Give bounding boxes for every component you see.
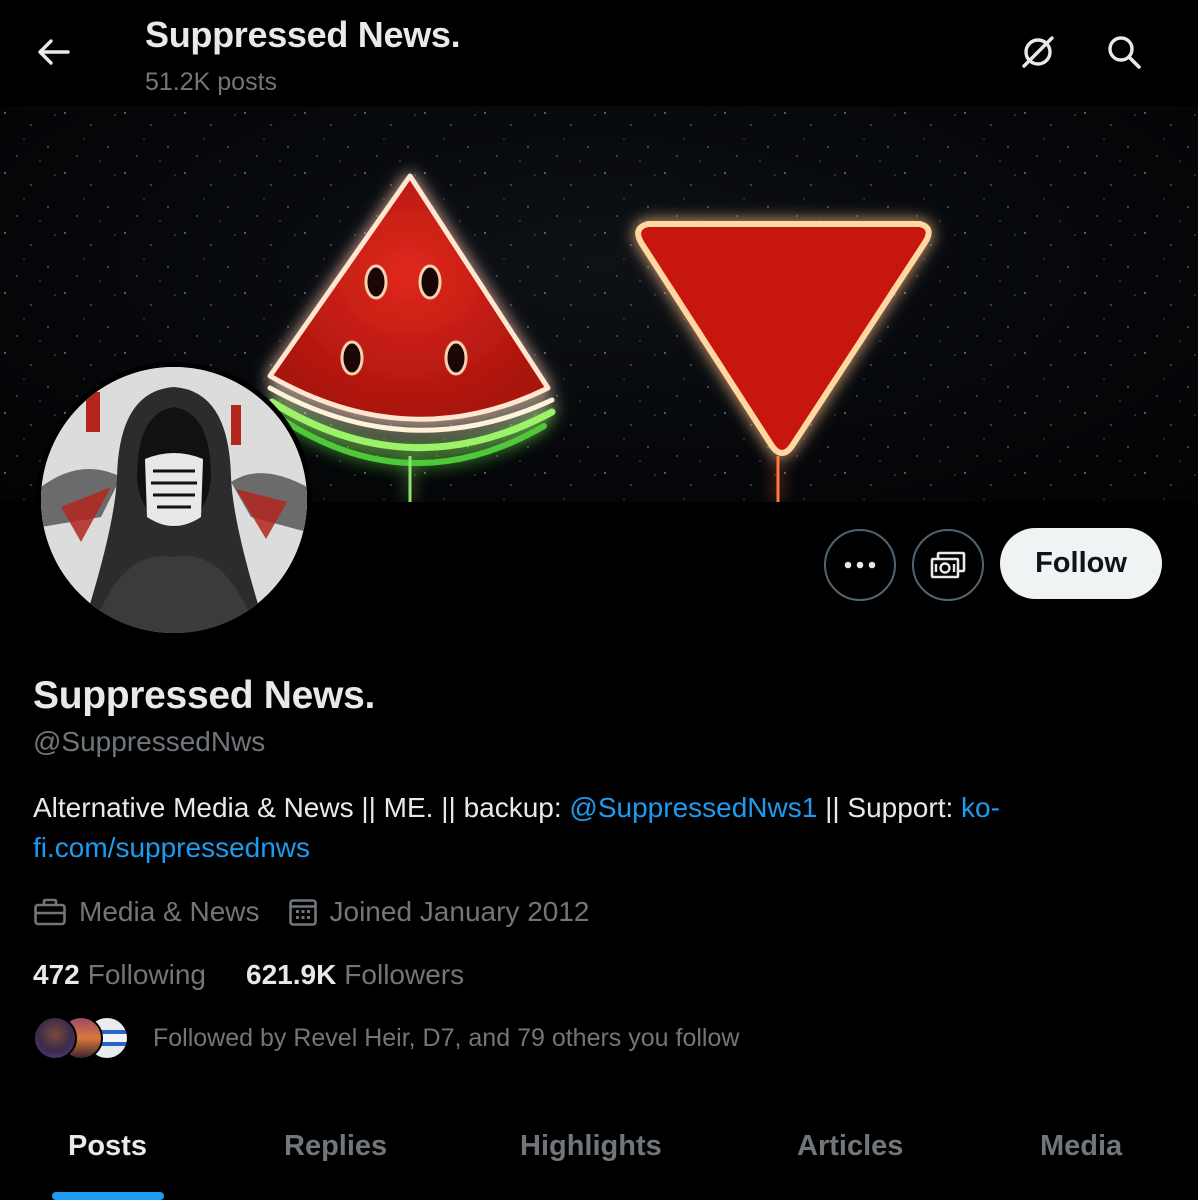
- header-posts-count: 51.2K posts: [145, 68, 278, 96]
- followed-by-link[interactable]: Followed by Revel Heir, D7, and 79 other…: [33, 1014, 739, 1062]
- back-button[interactable]: [28, 26, 80, 78]
- bio-backup-link[interactable]: @SuppressedNws1: [569, 792, 817, 823]
- joined-label: Joined January 2012: [329, 896, 590, 927]
- followers-count: 621.9K: [246, 959, 337, 990]
- calendar-icon: [288, 899, 317, 926]
- profile-name: Suppressed News.: [33, 674, 375, 717]
- tab-articles[interactable]: Articles: [797, 1130, 903, 1163]
- profile-meta: Media & News Joined January 2012: [33, 892, 618, 932]
- followed-by-avatars: [33, 1016, 133, 1060]
- profile-header: Suppressed News. 51.2K posts: [0, 0, 1198, 106]
- category-label: Media & News: [79, 896, 260, 927]
- subscribe-icon: [930, 551, 966, 579]
- tab-posts[interactable]: Posts: [68, 1130, 147, 1163]
- profile-stats: 472 Following 621.9K Followers: [33, 955, 504, 995]
- more-button[interactable]: [824, 529, 896, 601]
- profile-handle: @SuppressedNws: [33, 726, 266, 757]
- more-icon: [844, 561, 876, 569]
- following-link[interactable]: 472 Following: [33, 959, 206, 991]
- tab-media[interactable]: Media: [1040, 1130, 1122, 1163]
- tab-replies[interactable]: Replies: [284, 1130, 387, 1163]
- followers-link[interactable]: 621.9K Followers: [246, 959, 464, 991]
- arrow-left-icon: [38, 39, 70, 65]
- followed-by-text: Followed by Revel Heir, D7, and 79 other…: [153, 1023, 740, 1052]
- avatar[interactable]: [36, 362, 312, 638]
- header-title: Suppressed News.: [145, 14, 461, 55]
- briefcase-icon: [34, 898, 66, 926]
- following-label: Following: [87, 959, 206, 990]
- grok-button[interactable]: [1014, 28, 1062, 76]
- followers-label: Followers: [344, 959, 465, 990]
- avatar-image: [41, 367, 307, 633]
- avatar: [33, 1016, 77, 1060]
- tab-highlights[interactable]: Highlights: [520, 1130, 662, 1163]
- follow-button[interactable]: Follow: [1000, 528, 1162, 599]
- bio-text-1: Alternative Media & News || ME. || backu…: [33, 792, 570, 823]
- profile-category: Media & News: [33, 896, 260, 928]
- subscribe-button[interactable]: [912, 529, 984, 601]
- grok-icon: [1022, 36, 1054, 68]
- following-count: 472: [33, 959, 80, 990]
- search-icon: [1108, 36, 1141, 69]
- bio-text-2: || Support:: [817, 792, 962, 823]
- profile-bio: Alternative Media & News || ME. || backu…: [33, 788, 1153, 868]
- profile-tabs: Posts Replies Highlights Articles Media: [0, 1110, 1198, 1200]
- active-tab-indicator: [52, 1192, 164, 1200]
- profile-joined: Joined January 2012: [288, 896, 590, 928]
- search-button[interactable]: [1100, 28, 1148, 76]
